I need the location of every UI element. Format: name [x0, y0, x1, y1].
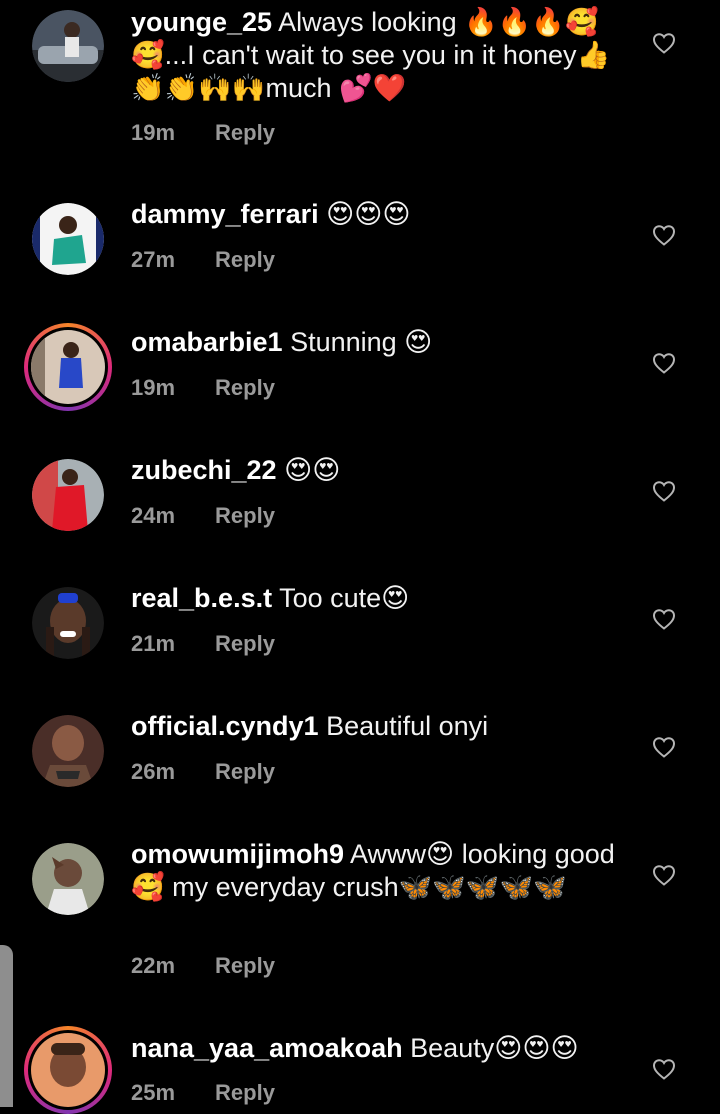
reply-button[interactable]: Reply [215, 247, 275, 272]
avatar[interactable] [32, 10, 104, 82]
comment-meta: 19m Reply [131, 375, 275, 401]
avatar[interactable] [32, 843, 104, 915]
reply-button[interactable]: Reply [215, 120, 275, 145]
comment-meta: 26m Reply [131, 759, 275, 785]
comment-body: Beautiful onyi [318, 711, 489, 741]
comment-time: 21m [131, 631, 176, 656]
comment-username[interactable]: omabarbie1 [131, 327, 283, 357]
comment-username[interactable]: real_b.e.s.t [131, 583, 272, 613]
avatar-image [31, 1033, 105, 1107]
avatar-image [32, 587, 104, 659]
heart-outline-icon[interactable] [652, 224, 676, 246]
comment-text: dammy_ferrari 😍😍😍 [131, 198, 631, 231]
avatar[interactable] [32, 459, 104, 531]
comment-meta: 25m Reply [131, 1080, 275, 1106]
comment-time: 24m [131, 503, 176, 528]
comment-body: 😍😍 [276, 455, 341, 485]
avatar-image [32, 715, 104, 787]
comment-time: 26m [131, 759, 176, 784]
scrollbar-handle[interactable] [0, 945, 13, 1107]
avatar-image [32, 10, 104, 82]
heart-outline-icon[interactable] [652, 1058, 676, 1080]
comment-meta: 24m Reply [131, 503, 275, 529]
avatar[interactable] [32, 587, 104, 659]
avatar-image [32, 459, 104, 531]
avatar[interactable] [32, 203, 104, 275]
comment-text: omabarbie1 Stunning 😍 [131, 326, 631, 359]
reply-button[interactable]: Reply [215, 1080, 275, 1105]
comment-text: younge_25 Always looking 🔥🔥🔥🥰🥰...I can't… [131, 6, 631, 105]
comment-username[interactable]: omowumijimoh9 [131, 839, 344, 869]
comment-text: real_b.e.s.t Too cute😍 [131, 582, 631, 615]
comment-text: zubechi_22 😍😍 [131, 454, 631, 487]
comment-username[interactable]: younge_25 [131, 7, 272, 37]
reply-button[interactable]: Reply [215, 759, 275, 784]
avatar-image [31, 330, 105, 404]
reply-button[interactable]: Reply [215, 503, 275, 528]
comment-body: Stunning 😍 [282, 327, 433, 357]
comment-time: 22m [131, 953, 176, 978]
comment-username[interactable]: nana_yaa_amoakoah [131, 1033, 403, 1063]
comment-time: 25m [131, 1080, 176, 1105]
comment-meta: 21m Reply [131, 631, 275, 657]
avatar[interactable] [32, 715, 104, 787]
comment-time: 19m [131, 120, 176, 145]
comment-username[interactable]: official.cyndy1 [131, 711, 319, 741]
avatar-story-ring[interactable] [24, 1026, 112, 1114]
comment-username[interactable]: zubechi_22 [131, 455, 277, 485]
heart-outline-icon[interactable] [652, 608, 676, 630]
avatar-image [32, 203, 104, 275]
comment-meta: 22m Reply [131, 953, 275, 979]
comment-time: 27m [131, 247, 176, 272]
heart-outline-icon[interactable] [652, 352, 676, 374]
reply-button[interactable]: Reply [215, 953, 275, 978]
comment-body: Beauty😍😍😍 [402, 1033, 579, 1063]
heart-outline-icon[interactable] [652, 864, 676, 886]
comment-time: 19m [131, 375, 176, 400]
reply-button[interactable]: Reply [215, 631, 275, 656]
comment-username[interactable]: dammy_ferrari [131, 199, 319, 229]
avatar-story-ring[interactable] [24, 323, 112, 411]
heart-outline-icon[interactable] [652, 480, 676, 502]
avatar-image [32, 843, 104, 915]
heart-outline-icon[interactable] [652, 32, 676, 54]
comment-meta: 19m Reply [131, 120, 275, 146]
heart-outline-icon[interactable] [652, 736, 676, 758]
comment-meta: 27m Reply [131, 247, 275, 273]
comment-text: official.cyndy1 Beautiful onyi [131, 710, 631, 743]
comment-body: Too cute😍 [272, 583, 410, 613]
comment-text: nana_yaa_amoakoah Beauty😍😍😍 [131, 1032, 631, 1065]
comment-text: omowumijimoh9 Awww😍 looking good 🥰 my ev… [131, 838, 631, 904]
comment-body: 😍😍😍 [318, 199, 411, 229]
reply-button[interactable]: Reply [215, 375, 275, 400]
